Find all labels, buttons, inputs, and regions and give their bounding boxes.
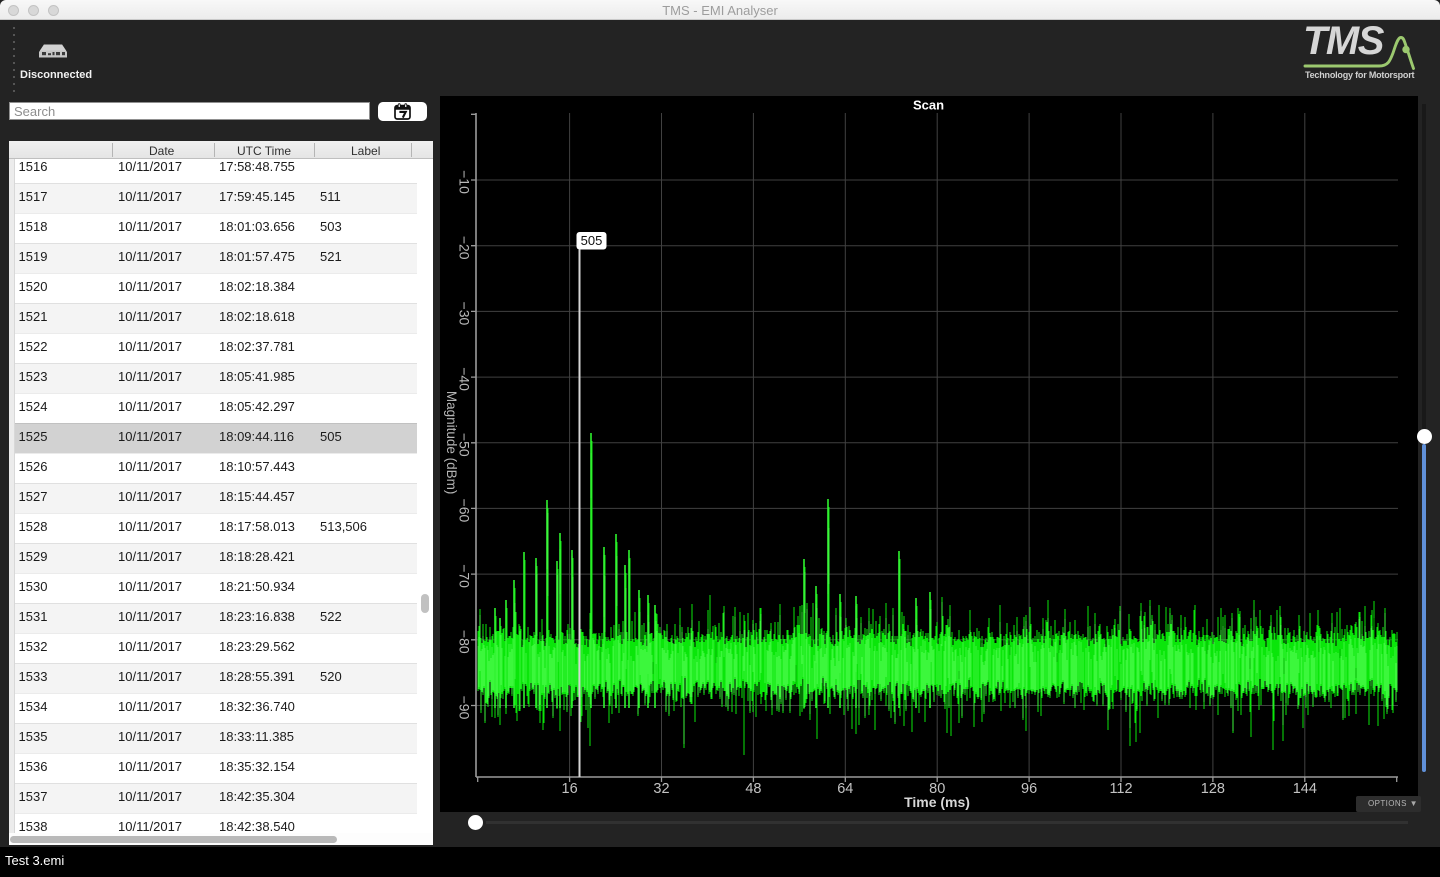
svg-text:−70: −70 — [457, 564, 473, 588]
svg-text:−20: −20 — [457, 236, 473, 260]
svg-text:Magnitude (dBm): Magnitude (dBm) — [444, 391, 459, 495]
svg-text:48: 48 — [745, 781, 761, 797]
svg-text:505: 505 — [581, 233, 603, 248]
svg-text:16: 16 — [562, 781, 578, 797]
svg-text:128: 128 — [1201, 781, 1225, 797]
svg-text:−10: −10 — [457, 170, 473, 194]
svg-text:Scan: Scan — [913, 98, 944, 113]
svg-text:96: 96 — [1021, 781, 1037, 797]
svg-text:−40: −40 — [457, 367, 473, 391]
svg-text:Time (ms): Time (ms) — [904, 794, 970, 810]
svg-text:112: 112 — [1109, 781, 1132, 797]
svg-text:−30: −30 — [457, 302, 473, 326]
svg-text:−90: −90 — [457, 696, 473, 720]
svg-text:32: 32 — [653, 781, 669, 797]
svg-text:144: 144 — [1293, 781, 1317, 797]
svg-text:−80: −80 — [457, 630, 473, 654]
svg-text:−60: −60 — [457, 499, 473, 523]
svg-text:64: 64 — [837, 781, 853, 797]
